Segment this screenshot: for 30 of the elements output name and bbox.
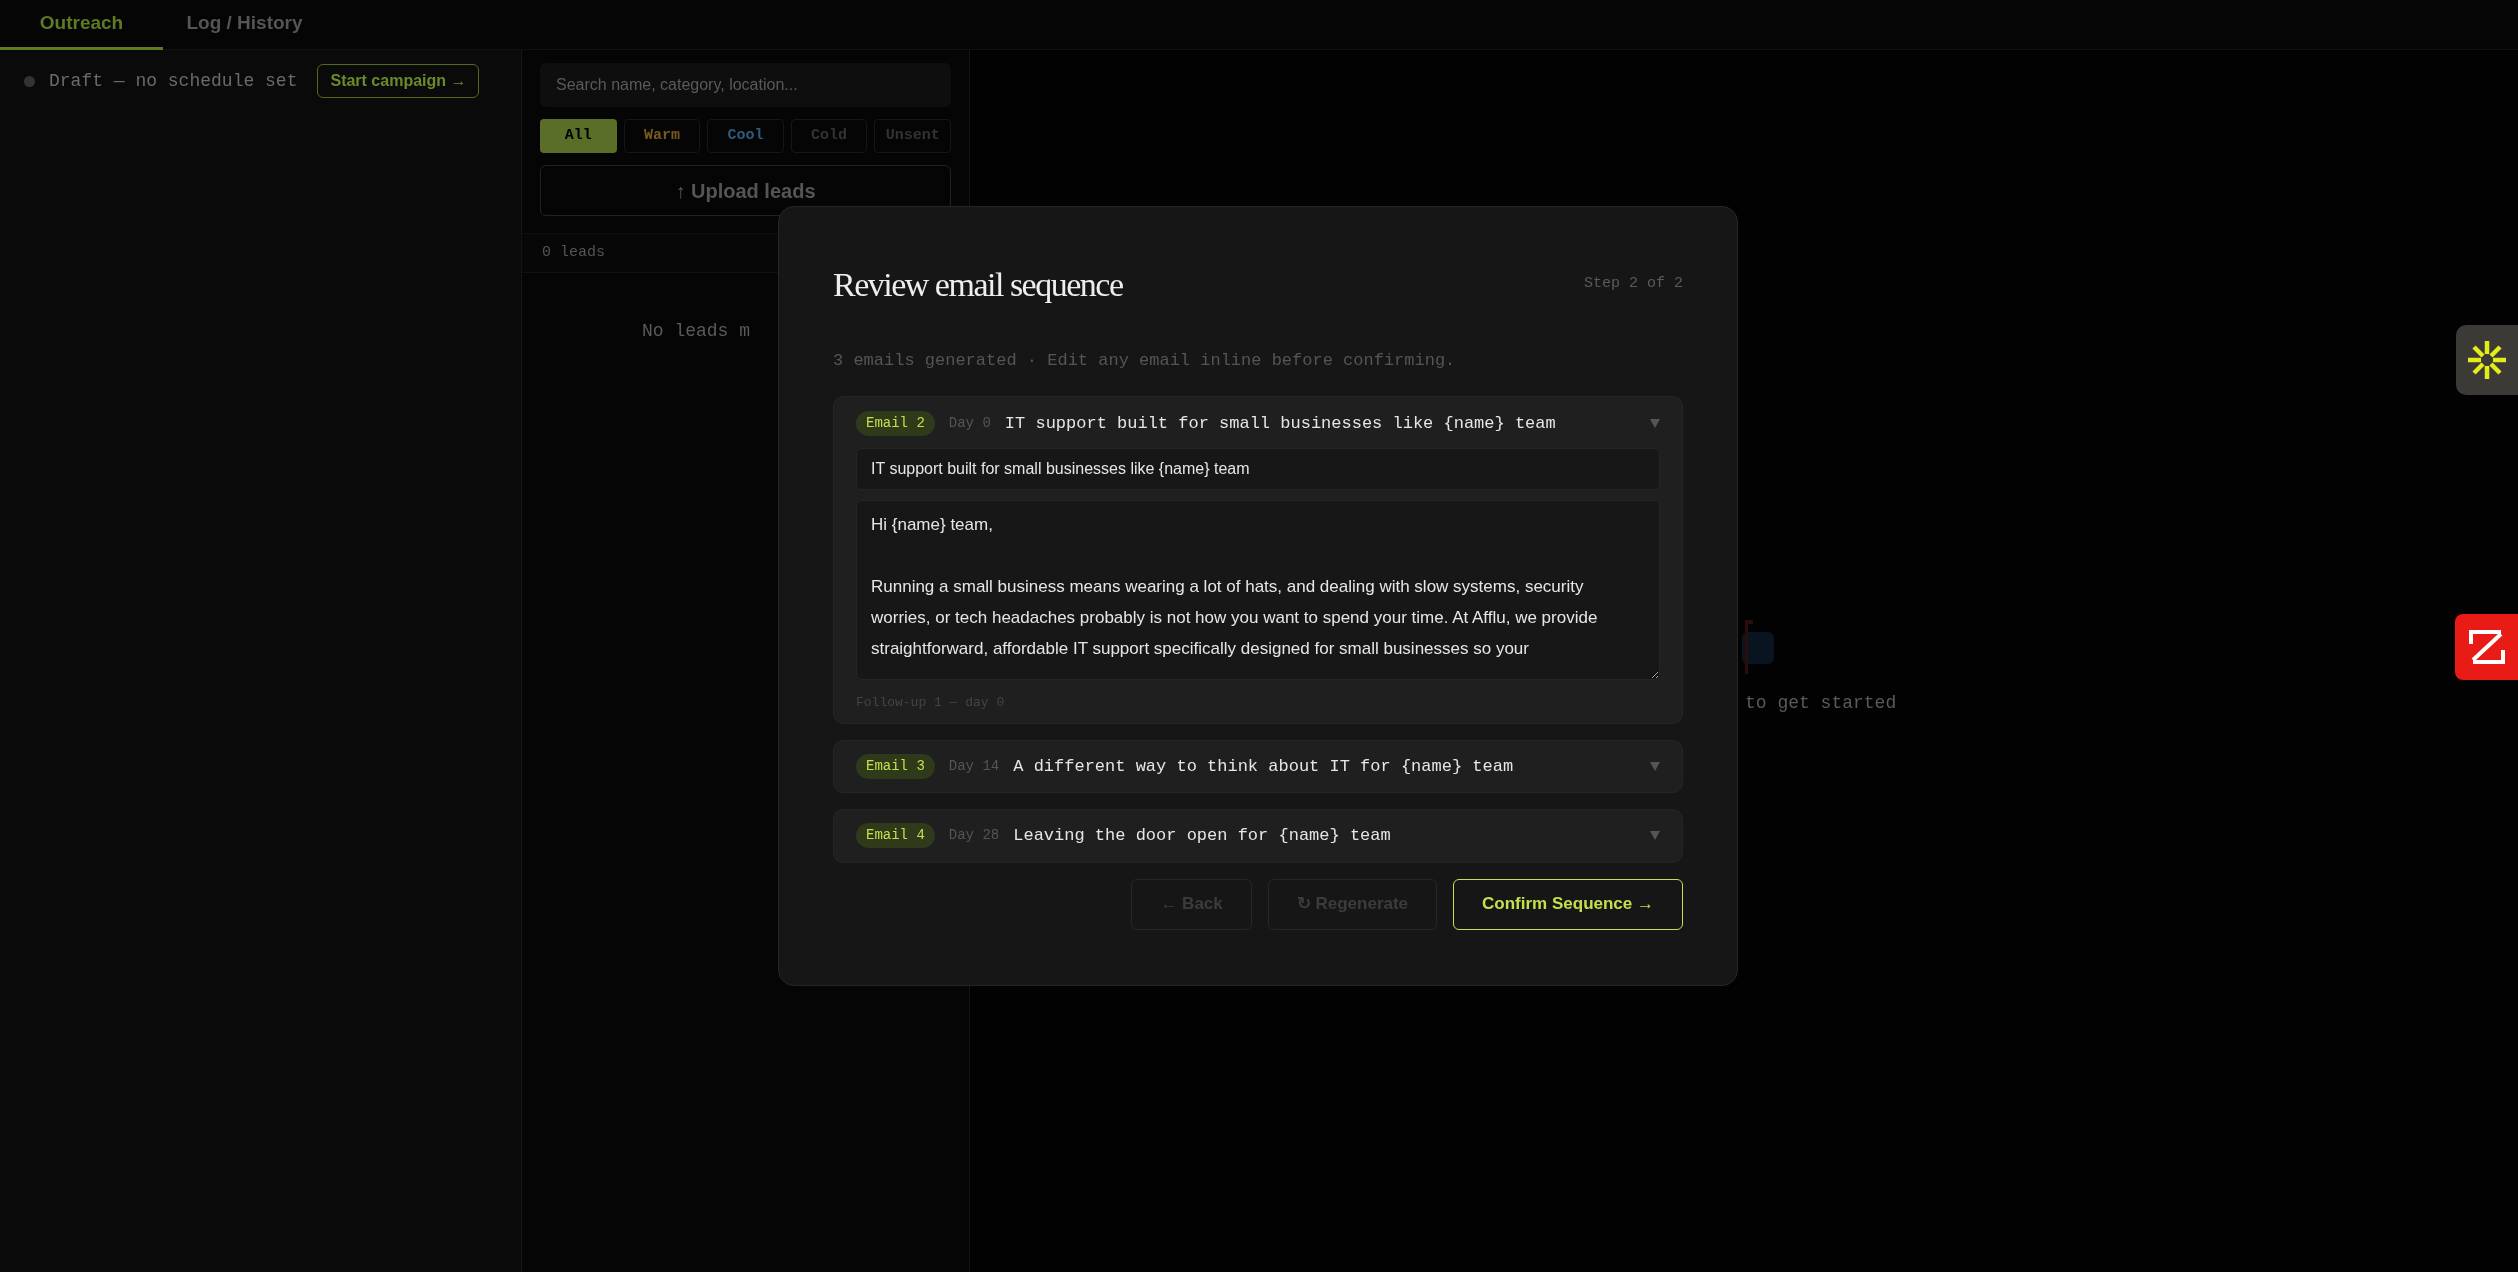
email-subject: Leaving the door open for {name} team	[1013, 825, 1392, 847]
assistant-launcher-button[interactable]	[2456, 325, 2518, 395]
caret-icon[interactable]	[1650, 418, 1660, 428]
caret-icon[interactable]	[1650, 831, 1660, 841]
filter-chip[interactable]: Cool	[707, 119, 784, 153]
mailbox-icon	[1742, 620, 1774, 675]
search-field[interactable]: Search name, category, location...	[540, 63, 951, 107]
empty-message: No leads m	[642, 321, 751, 341]
modal-title: Review email sequence	[833, 265, 1123, 305]
email-badge: Email 3	[856, 753, 935, 779]
email-badge: Email 4	[856, 823, 935, 849]
email-subject: IT support built for small businesses like {name} team	[1004, 412, 1557, 435]
filter-chip[interactable]: All	[540, 119, 617, 153]
email-badge: Email 2	[856, 410, 935, 436]
tab[interactable]: Log / History	[163, 0, 326, 50]
lead-count: 0 leads	[542, 242, 605, 263]
confirm-button[interactable]: Confirm Sequence →	[1453, 878, 1683, 930]
asterisk-icon	[2467, 340, 2507, 380]
filter-chip[interactable]: Warm	[623, 119, 701, 153]
body-field[interactable]: Hi {name} team, Running a small business means wearing a lot of hats, and dealing with slow systems, security worries, or tech headaches probably is not how you want to spend your time. At Afflu, we provide straightforward, affordable IT support specifically designed for small businesses so your	[856, 500, 1660, 680]
step-indicator: Step 2 of 2	[1583, 274, 1683, 295]
caret-icon[interactable]	[1650, 761, 1660, 771]
empty-hint: to get started	[1745, 692, 1897, 715]
email-card[interactable]	[833, 395, 1683, 724]
subject-field[interactable]: IT support built for small businesses like {name} team	[856, 448, 1660, 490]
start-campaign-button[interactable]: Start campaign →	[317, 64, 480, 98]
modal-subtitle: 3 emails generated · Edit any email inline before confirming.	[833, 350, 1457, 372]
expand-widget-button[interactable]	[2455, 614, 2518, 680]
email-subject: A different way to think about IT for {name} team	[1013, 755, 1515, 778]
campaign-status: Draft — no schedule set	[49, 69, 298, 93]
